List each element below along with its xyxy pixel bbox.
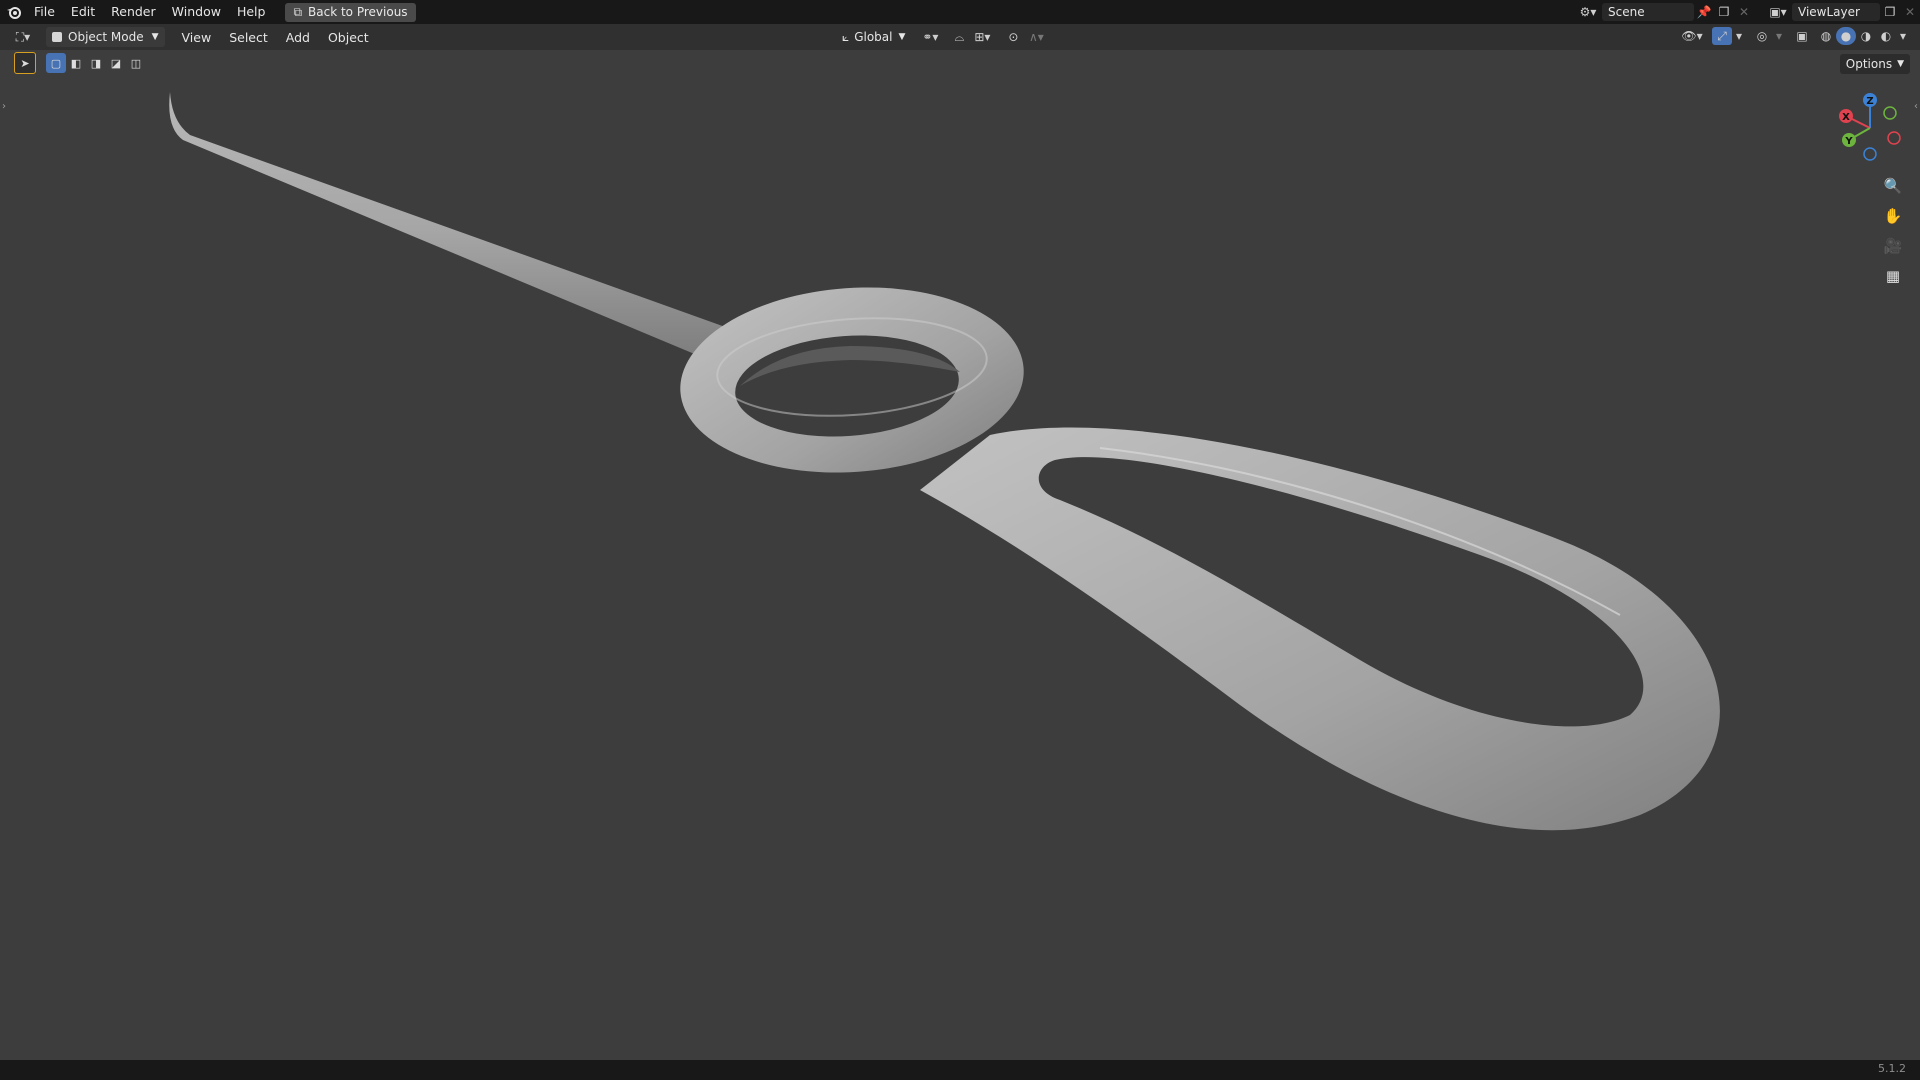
3d-viewport[interactable] (0, 50, 1920, 1060)
delete-scene-icon[interactable]: ✕ (1734, 3, 1754, 21)
transform-controls: ⟀ Global ▼ ⚭▾ ⌓ ⊞▾ ⊙ ∧▾ (836, 27, 1049, 47)
menu-help[interactable]: Help (229, 0, 274, 24)
object-mode-icon (52, 32, 62, 42)
x-axis-label: X (1842, 112, 1850, 123)
options-label: Options (1845, 57, 1893, 71)
view-layer-field[interactable]: ViewLayer (1792, 3, 1880, 21)
select-extend-icon[interactable]: ◧ (66, 53, 86, 73)
viewport-header: ⛶▾ Object Mode ▼ View Select Add Object … (0, 24, 1920, 50)
status-bar (0, 1060, 1920, 1080)
pan-hand-icon[interactable]: ✋ (1880, 203, 1906, 229)
solid-shading-icon[interactable]: ● (1836, 27, 1856, 45)
perspective-grid-icon[interactable]: ▦ (1880, 263, 1906, 289)
falloff-icon[interactable]: ∧▾ (1023, 28, 1049, 46)
hook-tool-model (169, 92, 1720, 831)
chevron-down-icon: ▼ (151, 32, 159, 42)
select-tool-icon[interactable]: ➤ (14, 52, 36, 74)
top-right-controls: ⚙▾ Scene 📌 ❐ ✕ ▣▾ ViewLayer ❐ ✕ (1574, 0, 1920, 24)
pin-icon[interactable]: 📌 (1694, 3, 1714, 21)
chevron-down-icon[interactable]: ▾ (1732, 27, 1746, 45)
top-bar: File Edit Render Window Help ⧉ Back to P… (0, 0, 1920, 24)
orientation-icon: ⟀ (842, 29, 850, 44)
mode-label: Object Mode (68, 30, 144, 44)
scene-selector-icon[interactable]: ⚙▾ (1574, 3, 1602, 21)
camera-view-icon[interactable]: 🎥 (1880, 233, 1906, 259)
back-to-previous-button[interactable]: ⧉ Back to Previous (285, 2, 416, 22)
scene-name: Scene (1608, 5, 1645, 19)
navigation-gizmo[interactable]: Z X Y (1830, 88, 1910, 168)
select-intersect-icon[interactable]: ◫ (126, 53, 146, 73)
chevron-down-icon[interactable]: ▾ (1896, 27, 1910, 45)
select-invert-icon[interactable]: ◪ (106, 53, 126, 73)
back-screen-icon: ⧉ (293, 4, 303, 19)
menu-window[interactable]: Window (164, 0, 229, 24)
menu-file[interactable]: File (26, 0, 63, 24)
mode-dropdown[interactable]: Object Mode ▼ (46, 27, 165, 47)
rendered-shading-icon[interactable]: ◐ (1876, 27, 1896, 45)
neg-z-axis-handle[interactable] (1863, 147, 1877, 161)
neg-y-axis-handle[interactable] (1883, 106, 1897, 120)
chevron-down-icon: ▼ (898, 32, 906, 42)
proportional-editing-icon[interactable]: ⊙ (1003, 28, 1023, 46)
view-layer-selector-icon[interactable]: ▣▾ (1764, 3, 1792, 21)
blender-logo-icon[interactable] (2, 0, 26, 24)
back-to-previous-label: Back to Previous (308, 5, 408, 19)
orientation-dropdown[interactable]: ⟀ Global ▼ (836, 27, 911, 47)
editor-type-icon[interactable]: ⛶▾ (6, 28, 40, 46)
pivot-point-icon[interactable]: ⚭▾ (915, 28, 945, 46)
gizmo-toggle-icon[interactable]: ⤢ (1712, 27, 1732, 45)
snap-target-icon[interactable]: ⊞▾ (969, 28, 995, 46)
menu-add[interactable]: Add (277, 30, 319, 45)
overlays-icon[interactable]: ◎ (1752, 27, 1772, 45)
new-view-layer-icon[interactable]: ❐ (1880, 3, 1900, 21)
menu-render[interactable]: Render (103, 0, 164, 24)
delete-view-layer-icon[interactable]: ✕ (1900, 3, 1920, 21)
menu-edit[interactable]: Edit (63, 0, 103, 24)
options-dropdown[interactable]: Options ▼ (1839, 54, 1910, 74)
scene-field[interactable]: Scene (1602, 3, 1694, 21)
sidebar-expand-arrow-icon[interactable]: ‹ (1914, 101, 1918, 112)
xray-icon[interactable]: ▣ (1792, 27, 1812, 45)
material-shading-icon[interactable]: ◑ (1856, 27, 1876, 45)
y-axis-label: Y (1844, 136, 1853, 147)
neg-x-axis-handle[interactable] (1887, 131, 1901, 145)
z-axis-label: Z (1866, 96, 1873, 107)
orientation-label: Global (854, 30, 893, 44)
display-controls: 👁▾ ⤢ ▾ ◎ ▾ ▣ ◍ ● ◑ ◐ ▾ (1678, 27, 1910, 45)
wireframe-shading-icon[interactable]: ◍ (1816, 27, 1836, 45)
menu-select[interactable]: Select (220, 30, 277, 45)
tool-row: ➤ ▢ ◧ ◨ ◪ ◫ (0, 50, 1920, 76)
snap-icon[interactable]: ⌓ (949, 28, 969, 46)
menu-view[interactable]: View (173, 30, 221, 45)
toolbar-expand-arrow-icon[interactable]: › (2, 101, 6, 112)
view-layer-name: ViewLayer (1798, 5, 1860, 19)
zoom-icon[interactable]: 🔍 (1880, 173, 1906, 199)
select-new-icon[interactable]: ▢ (46, 53, 66, 73)
visibility-icon[interactable]: 👁▾ (1678, 27, 1706, 45)
chevron-down-icon[interactable]: ▾ (1772, 27, 1786, 45)
new-scene-icon[interactable]: ❐ (1714, 3, 1734, 21)
chevron-down-icon: ▼ (1897, 59, 1904, 69)
select-subtract-icon[interactable]: ◨ (86, 53, 106, 73)
menu-object[interactable]: Object (319, 30, 378, 45)
version-label: 5.1.2 (1878, 1062, 1906, 1075)
